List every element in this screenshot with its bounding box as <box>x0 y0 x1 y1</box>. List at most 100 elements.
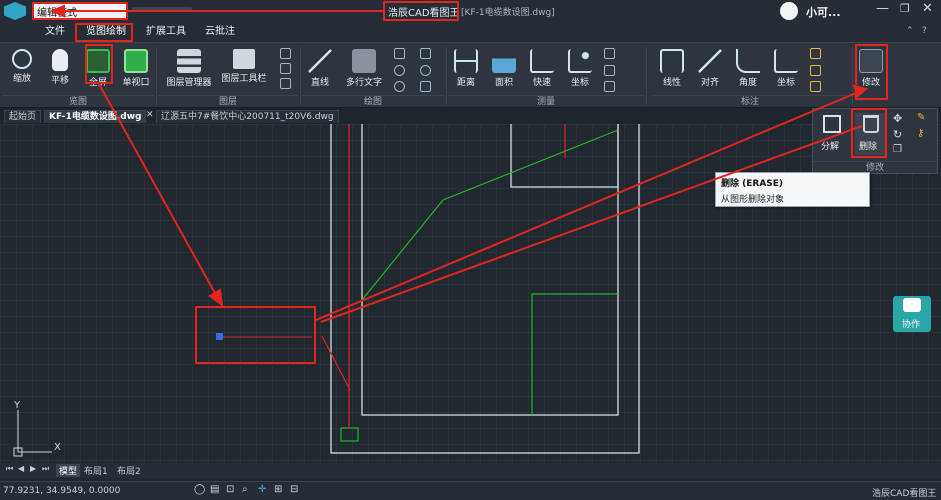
mtext-icon <box>352 49 376 73</box>
copy-icon[interactable]: ❐ <box>893 144 902 155</box>
rect-icon[interactable] <box>394 48 405 59</box>
file-name: [KF-1电缆数设图.dwg] <box>461 8 555 18</box>
pan-tool[interactable]: 平移 <box>40 45 80 93</box>
menu-cloud-annot[interactable]: 云批注 <box>205 24 235 40</box>
layer-small-icon-3[interactable] <box>280 78 291 89</box>
move-icon[interactable]: ✥ <box>893 112 902 125</box>
osnap-icon[interactable]: ✛ <box>258 484 266 495</box>
app-logo-icon <box>4 2 26 20</box>
explode-icon <box>823 115 841 133</box>
cloud-icon[interactable] <box>394 81 405 92</box>
coords-readout: 77.9231, 34.9549, 0.0000 <box>3 486 121 496</box>
otrack-icon[interactable]: ⊞ <box>274 484 282 495</box>
close-icon[interactable]: ✕ <box>922 1 933 16</box>
circle-icon[interactable] <box>420 65 431 76</box>
green-small-rect <box>340 427 359 442</box>
menu-ext-tools[interactable]: 扩展工具 <box>146 24 186 40</box>
quick-measure-tool[interactable]: 快速 <box>522 45 562 93</box>
doc-tab-liaoyuan[interactable]: 辽源五中7#餐饮中心200711_t20V6.dwg <box>156 110 339 123</box>
coord-dim-tool[interactable]: 坐标 <box>766 45 806 93</box>
highlight-modify <box>855 44 888 100</box>
polar-icon[interactable]: ⌕ <box>242 484 248 495</box>
tooltip-title: 删除 (ERASE) <box>721 179 784 189</box>
layer-small-icon-1[interactable] <box>280 48 291 59</box>
collab-button[interactable]: 协作 <box>893 296 931 332</box>
single-viewport-tool[interactable]: 单视口 <box>116 45 156 93</box>
rotate-icon[interactable]: ↻ <box>893 128 902 141</box>
menu-help-icon[interactable]: ? <box>922 26 927 36</box>
green-box <box>531 293 618 415</box>
hatch-icon[interactable] <box>420 81 431 92</box>
aligned-dim-tool[interactable]: 对齐 <box>690 45 730 93</box>
user-avatar[interactable] <box>780 2 798 20</box>
coord-measure-tool[interactable]: 坐标 <box>560 45 600 93</box>
coord-dim-icon <box>774 49 798 73</box>
layers-icon <box>177 49 201 73</box>
annot-more-icon-2[interactable] <box>810 65 821 76</box>
ortho-icon[interactable]: ⊡ <box>226 484 234 495</box>
layout-tab-2[interactable]: 布局2 <box>117 464 141 477</box>
layer-toolbar-tool[interactable]: 图层工具栏 <box>217 45 271 93</box>
layout-tab-bar: ⏮ ◀ ▶ ⏭ 模型 布局1 布局2 <box>0 463 941 478</box>
doc-tab-start[interactable]: 起始页 <box>4 110 42 123</box>
key-icon[interactable]: ⚷ <box>917 128 924 139</box>
layout-tab-model[interactable]: 模型 <box>56 464 81 477</box>
polyline-icon[interactable] <box>420 48 431 59</box>
line-tool[interactable]: 直线 <box>300 45 340 93</box>
explode-label: 分解 <box>821 142 840 152</box>
layout-tab-1[interactable]: 布局1 <box>84 464 108 477</box>
erase-tooltip: 删除 (ERASE) 从图形删除对象 <box>715 172 870 207</box>
title-bar: 编辑模式 浩辰CAD看图王 [KF-1电缆数设图.dwg] 小可... — ❐ … <box>0 0 941 22</box>
group-layer-label: 图层 <box>158 95 298 108</box>
group-annot-label: 标注 <box>652 95 848 108</box>
inner-frame <box>361 124 619 416</box>
layer-manager-tool[interactable]: 图层管理器 <box>162 45 216 93</box>
snap-icon[interactable]: ◯ <box>194 484 205 495</box>
doc-tab-kf1[interactable]: KF-1电缆数设图.dwg <box>44 110 147 123</box>
ucs-x-label: X <box>54 442 61 453</box>
distance-icon <box>454 49 478 73</box>
ribbon-separator <box>852 47 853 105</box>
explode-button[interactable]: 分解 <box>817 113 849 155</box>
measure-more-icon-3[interactable] <box>604 81 615 92</box>
green-polyline <box>361 129 619 301</box>
lineweight-icon[interactable]: ⊟ <box>290 484 298 495</box>
last-layout-icon[interactable]: ⏭ <box>42 464 49 474</box>
measure-more-icon-2[interactable] <box>604 65 615 76</box>
ucs-y-label: Y <box>14 400 21 411</box>
user-name[interactable]: 小可... <box>806 4 841 20</box>
annot-more-icon-3[interactable] <box>810 81 821 92</box>
restore-icon[interactable]: ❐ <box>900 2 910 15</box>
arc-icon[interactable] <box>394 65 405 76</box>
highlight-selected-object <box>195 306 316 364</box>
doc-tab-close-icon[interactable]: ✕ <box>146 110 154 120</box>
area-icon <box>492 49 516 73</box>
angle-dim-tool[interactable]: 角度 <box>728 45 768 93</box>
menu-file[interactable]: 文件 <box>45 24 65 40</box>
minimize-icon[interactable]: — <box>876 1 889 16</box>
highlight-erase <box>851 108 887 158</box>
layer-small-icon-2[interactable] <box>280 63 291 74</box>
hand-icon <box>52 49 68 71</box>
menu-up-icon[interactable]: ⌃ <box>906 26 914 36</box>
edit-pen-icon[interactable]: ✎ <box>917 112 925 123</box>
zoom-tool[interactable]: 缩放 <box>2 45 42 93</box>
first-layout-icon[interactable]: ⏮ <box>6 464 13 474</box>
menu-bar: 文件 览图绘制 扩展工具 云批注 ⌃ ? <box>0 22 941 42</box>
highlight-fullscreen <box>85 44 113 84</box>
tooltip-desc: 从图形删除对象 <box>721 195 785 205</box>
mtext-tool[interactable]: 多行文字 <box>342 45 386 93</box>
area-tool[interactable]: 面积 <box>484 45 524 93</box>
line-icon <box>308 49 332 73</box>
next-layout-icon[interactable]: ▶ <box>30 464 36 473</box>
annot-more-icon-1[interactable] <box>810 48 821 59</box>
linear-dim-icon <box>660 49 684 73</box>
outer-frame <box>330 124 640 454</box>
grid-icon[interactable]: ▤ <box>210 484 219 495</box>
highlight-view-draw-tab <box>75 23 133 42</box>
linear-dim-tool[interactable]: 线性 <box>652 45 692 93</box>
distance-tool[interactable]: 距离 <box>446 45 486 93</box>
measure-more-icon-1[interactable] <box>604 48 615 59</box>
quick-access-blurred <box>132 7 192 12</box>
prev-layout-icon[interactable]: ◀ <box>18 464 24 473</box>
